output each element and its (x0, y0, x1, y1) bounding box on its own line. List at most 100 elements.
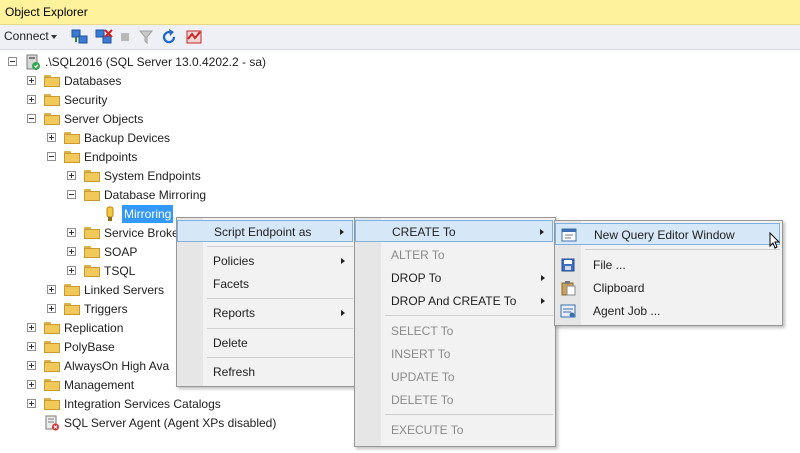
create-to-submenu: New Query Editor Window File ... Clipboa… (554, 220, 783, 326)
expand-icon[interactable] (67, 247, 76, 256)
menu-item-drop-and-create-to[interactable]: DROP And CREATE To (355, 290, 553, 312)
tree-node-database-mirroring[interactable]: Database Mirroring (0, 186, 220, 204)
menu-item-facets[interactable]: Facets (177, 273, 353, 295)
node-label: Database Mirroring (104, 188, 207, 202)
expand-icon[interactable] (27, 361, 36, 370)
menu-item-select-to: SELECT To (355, 320, 553, 342)
tree-node-tsql[interactable]: TSQL (0, 262, 180, 280)
menu-separator (207, 357, 353, 358)
tree-node-endpoints[interactable]: Endpoints (0, 148, 200, 166)
tree-node-polybase[interactable]: PolyBase (0, 338, 180, 356)
tree-node-service-broker[interactable]: Service Broke (0, 224, 180, 242)
menu-item-label: CREATE To (392, 225, 456, 239)
tree-node-linked-servers[interactable]: Linked Servers (0, 281, 180, 299)
node-label: Server Objects (64, 112, 144, 126)
menu-separator (207, 246, 353, 247)
tree-node-sql-server-agent[interactable]: SQL Server Agent (Agent XPs disabled) (0, 414, 300, 432)
activity-monitor-icon[interactable] (184, 28, 204, 46)
save-file-icon (561, 258, 575, 272)
folder-icon (84, 189, 100, 201)
folder-icon (44, 341, 60, 353)
expand-icon[interactable] (67, 266, 76, 275)
menu-item-clipboard[interactable]: Clipboard (555, 277, 780, 299)
clipboard-icon (561, 281, 576, 296)
menu-item-refresh[interactable]: Refresh (177, 361, 353, 383)
disconnect-icon[interactable] (94, 28, 114, 46)
tree-node-triggers[interactable]: Triggers (0, 300, 180, 318)
endpoint-icon (106, 206, 114, 221)
menu-item-agent-job[interactable]: Agent Job ... (555, 300, 780, 322)
expand-icon[interactable] (47, 285, 56, 294)
folder-icon (44, 94, 60, 106)
expand-icon[interactable] (27, 342, 36, 351)
folder-icon (44, 360, 60, 372)
tree-node-management[interactable]: Management (0, 376, 180, 394)
expand-icon[interactable] (27, 76, 36, 85)
folder-icon (64, 132, 80, 144)
connect-label: Connect (4, 29, 49, 43)
connect-object-explorer-icon[interactable] (70, 28, 90, 46)
expand-icon[interactable] (67, 171, 76, 180)
node-label: Databases (64, 74, 122, 88)
folder-icon (64, 303, 80, 315)
collapse-icon[interactable] (8, 57, 17, 66)
node-label: Service Broke (104, 226, 179, 240)
menu-item-execute-to: EXECUTE To (355, 419, 553, 441)
query-window-icon (561, 228, 577, 242)
menu-item-create-to[interactable]: CREATE To (355, 220, 553, 242)
tree-node-soap[interactable]: SOAP (0, 243, 180, 261)
submenu-arrow-icon (540, 229, 544, 235)
collapse-icon[interactable] (67, 190, 76, 199)
expand-icon[interactable] (47, 133, 56, 142)
menu-item-file[interactable]: File ... (555, 254, 780, 276)
tree-node-mirroring[interactable]: Mirroring (0, 205, 185, 223)
script-endpoint-submenu: CREATE To ALTER To DROP To DROP And CREA… (354, 217, 556, 447)
collapse-icon[interactable] (27, 114, 36, 123)
node-label: Linked Servers (84, 283, 165, 297)
menu-item-drop-to[interactable]: DROP To (355, 267, 553, 289)
filter-icon[interactable] (138, 28, 154, 46)
stop-icon[interactable] (118, 28, 132, 46)
expand-icon[interactable] (27, 95, 36, 104)
window-title: Object Explorer (5, 5, 88, 19)
tree-node-replication[interactable]: Replication (0, 319, 180, 337)
agent-job-icon (560, 304, 576, 318)
object-explorer-titlebar: Object Explorer (0, 0, 800, 25)
tree-node-backup-devices[interactable]: Backup Devices (0, 129, 200, 147)
submenu-arrow-icon (341, 310, 345, 316)
expand-icon[interactable] (67, 228, 76, 237)
folder-icon (64, 151, 80, 163)
object-explorer-toolbar: Connect (0, 25, 800, 50)
server-icon (26, 54, 40, 70)
submenu-arrow-icon (541, 298, 545, 304)
menu-item-label: DROP And CREATE To (391, 294, 517, 308)
connect-button[interactable]: Connect (4, 29, 57, 47)
menu-item-label: New Query Editor Window (594, 228, 735, 242)
tree-node-alwayson[interactable]: AlwaysOn High Ava (0, 357, 180, 375)
tree-node-security[interactable]: Security (0, 91, 200, 109)
server-label: .\SQL2016 (SQL Server 13.0.4202.2 - sa) (45, 55, 267, 69)
folder-icon (84, 246, 100, 258)
tree-node-server-objects[interactable]: Server Objects (0, 110, 200, 128)
menu-item-delete[interactable]: Delete (177, 332, 353, 354)
folder-icon (44, 113, 60, 125)
tree-node-integration-services-catalogs[interactable]: Integration Services Catalogs (0, 395, 260, 413)
refresh-icon[interactable] (160, 28, 178, 46)
menu-item-label: ALTER To (391, 248, 445, 262)
tree-node-databases[interactable]: Databases (0, 72, 200, 90)
menu-item-label: DROP To (391, 271, 442, 285)
menu-item-reports[interactable]: Reports (177, 302, 353, 324)
node-label: Management (64, 378, 135, 392)
expand-icon[interactable] (47, 304, 56, 313)
context-menu: Script Endpoint as Policies Facets Repor… (176, 217, 356, 387)
tree-node-system-endpoints[interactable]: System Endpoints (0, 167, 220, 185)
node-label: Mirroring (122, 205, 174, 223)
menu-item-policies[interactable]: Policies (177, 250, 353, 272)
menu-item-new-query-editor-window[interactable]: New Query Editor Window (555, 223, 780, 245)
expand-icon[interactable] (27, 380, 36, 389)
expand-icon[interactable] (27, 399, 36, 408)
menu-item-script-endpoint-as[interactable]: Script Endpoint as (177, 220, 353, 242)
collapse-icon[interactable] (47, 152, 56, 161)
tree-node-server[interactable]: .\SQL2016 (SQL Server 13.0.4202.2 - sa) (0, 53, 400, 71)
expand-icon[interactable] (27, 323, 36, 332)
